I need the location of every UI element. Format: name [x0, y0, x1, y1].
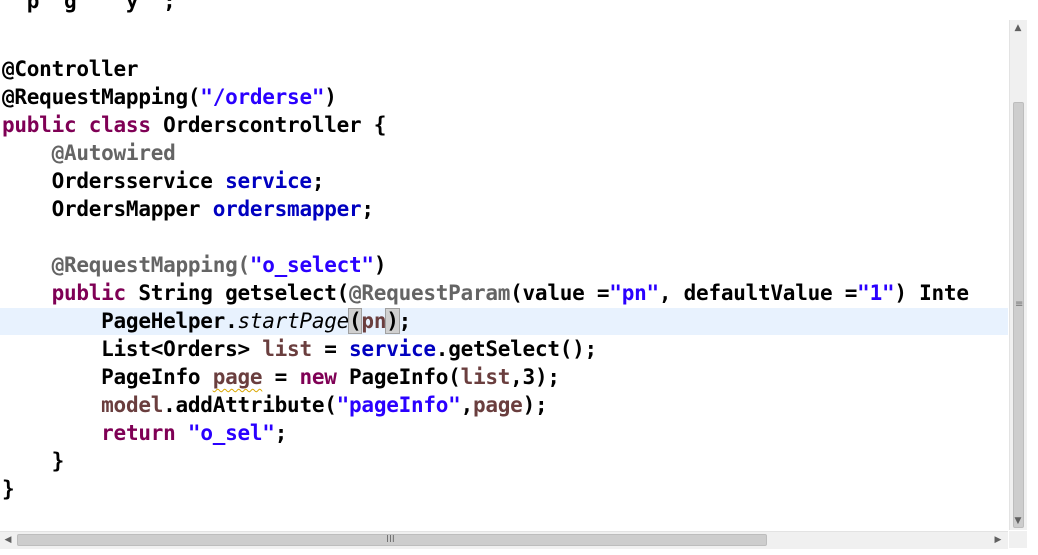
code-token: ; [361, 197, 374, 221]
code-token: model [101, 393, 164, 417]
code-token: "/orderse" [200, 85, 325, 109]
code-line: public class Orderscontroller { [2, 111, 386, 139]
code-token: ; [311, 169, 325, 193]
code-token: ,3); [510, 365, 560, 389]
code-token: return [101, 421, 176, 445]
horizontal-scroll-thumb[interactable]: III [17, 534, 767, 546]
code-token: page [212, 365, 263, 389]
code-token: } [2, 449, 65, 473]
code-token: .getSelect(); [435, 337, 597, 361]
code-token: List<Orders> [2, 337, 263, 361]
code-line: public String getselect(@RequestParam(va… [2, 279, 969, 307]
code-token: = [262, 365, 300, 389]
code-token: PageInfo( [336, 365, 461, 389]
horizontal-scrollbar[interactable]: ◀ III ▶ [0, 531, 1008, 549]
code-token: ) [385, 308, 400, 334]
code-token: ( [347, 308, 363, 334]
code-token: ; [274, 421, 288, 445]
code-token: ; [398, 309, 412, 333]
vertical-grip-icon: ≡ [1015, 299, 1024, 310]
scroll-left-arrow[interactable]: ◀ [0, 534, 16, 546]
code-token: ) Inte [894, 281, 969, 305]
code-token: , defaultValue = [658, 281, 858, 305]
code-editor[interactable]: p g y ; @Controller @RequestMapping("/ord… [0, 0, 1008, 530]
code-line: } [2, 447, 65, 475]
partial-line: p g y ; [2, 0, 176, 13]
code-token: "o_select" [249, 253, 374, 277]
scrollbar-corner [1009, 531, 1027, 548]
code-token: list [460, 365, 511, 389]
code-line: Ordersservice service; [2, 167, 325, 195]
horizontal-grip-icon: III [386, 534, 395, 545]
code-token: list [262, 337, 312, 361]
vertical-scrollbar[interactable]: ▲ ≡ ▼ [1009, 20, 1027, 530]
code-line: OrdersMapper ordersmapper; [2, 195, 375, 223]
code-token: Ordersservice [2, 169, 226, 193]
code-token: @Autowired [51, 141, 176, 165]
code-token: service [349, 337, 436, 361]
code-token: @RequestMapping( [2, 85, 201, 109]
code-token: page [472, 393, 523, 417]
code-token: } [2, 477, 15, 501]
code-token: Orderscontroller { [163, 113, 387, 137]
code-token: startPage [237, 309, 350, 333]
code-line: List<Orders> list = service.getSelect(); [2, 335, 597, 363]
code-token: String getselect( [125, 281, 350, 305]
code-token: public [51, 281, 127, 305]
code-token: PageInfo [2, 365, 213, 389]
code-line: PageHelper.startPage(pn); [2, 307, 411, 335]
code-line: return "o_sel"; [2, 419, 287, 447]
code-line: @RequestMapping("o_select") [2, 251, 387, 279]
code-token: "o_sel" [187, 421, 275, 445]
code-token: @RequestParam [349, 281, 511, 305]
code-token: "pageInfo" [336, 393, 461, 417]
code-token: ) [373, 253, 387, 277]
code-token: "1" [857, 281, 895, 305]
code-token: ); [522, 393, 548, 417]
code-token: new [299, 365, 337, 389]
code-token: .addAttribute( [163, 393, 337, 417]
code-token: @RequestMapping( [51, 253, 251, 277]
code-token: pn [361, 309, 387, 333]
code-line: @RequestMapping("/orderse") [2, 83, 337, 111]
code-token: ) [324, 85, 337, 109]
scroll-down-arrow[interactable]: ▼ [1010, 515, 1026, 527]
code-line: @Autowired [2, 139, 176, 167]
code-token: @Controller [2, 57, 139, 81]
scroll-right-arrow[interactable]: ▶ [990, 534, 1006, 546]
scroll-up-arrow[interactable]: ▲ [1010, 22, 1026, 34]
code-token: PageHelper. [2, 309, 238, 333]
code-token: service [225, 169, 312, 193]
code-line: @Controller [2, 55, 139, 83]
vertical-scroll-thumb[interactable]: ≡ [1013, 102, 1024, 528]
code-line: PageInfo page = new PageInfo(list,3); [2, 363, 560, 391]
code-token: , [460, 393, 474, 417]
code-token: (value = [510, 281, 610, 305]
code-token: "pn" [609, 281, 659, 305]
code-token: = [311, 337, 350, 361]
code-line: } [2, 475, 15, 503]
code-token: OrdersMapper [2, 197, 213, 221]
code-line: model.addAttribute("pageInfo",page); [2, 391, 547, 419]
code-token: ordersmapper [212, 197, 362, 221]
code-token: public class [2, 113, 164, 137]
